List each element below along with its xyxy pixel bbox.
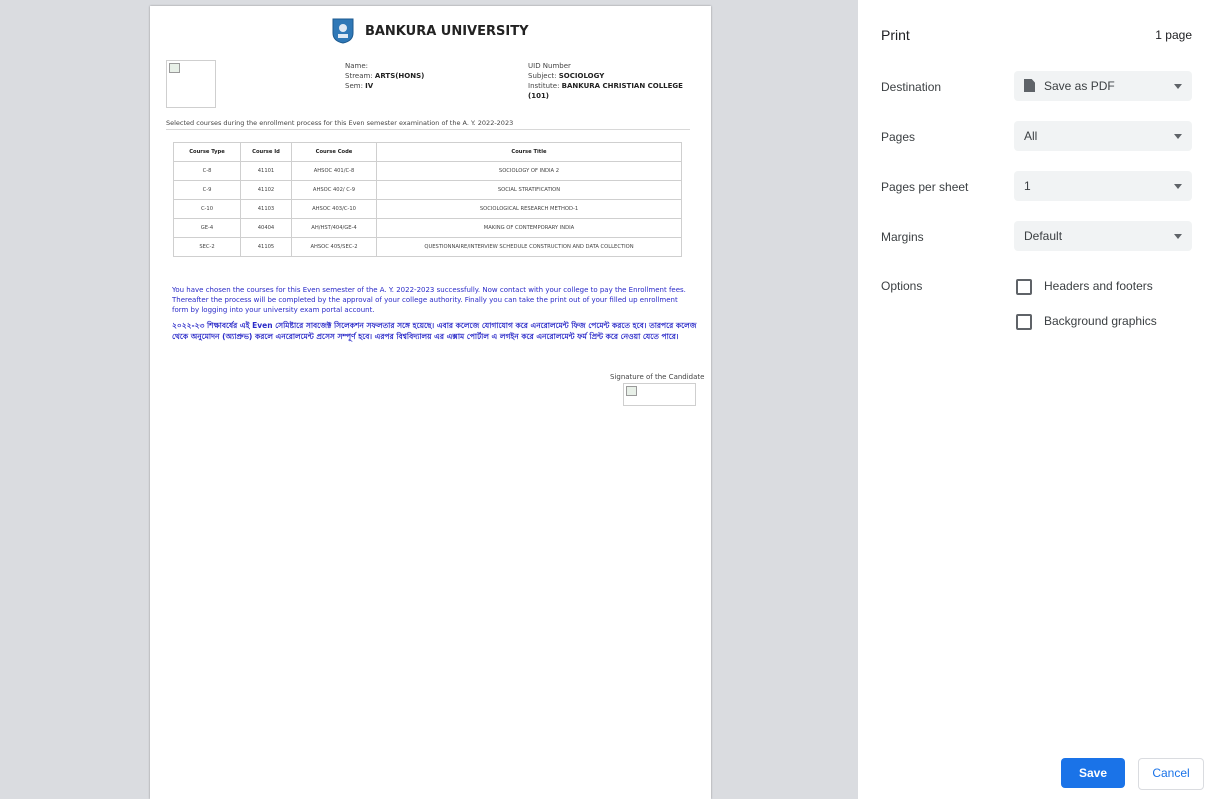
sem-value: IV xyxy=(365,82,374,90)
subject-label: Subject: xyxy=(528,72,557,80)
student-name-row: Name: xyxy=(345,61,424,71)
chevron-down-icon xyxy=(1174,84,1182,89)
table-cell: 41102 xyxy=(240,180,292,200)
institute-label: Institute: xyxy=(528,82,560,90)
background-graphics-checkbox[interactable] xyxy=(1016,314,1032,330)
broken-image-icon xyxy=(626,386,637,396)
success-message-bengali: ২০২২-২৩ শিক্ষাবর্ষের এই Even সেমিষ্টারে … xyxy=(172,321,697,341)
headers-footers-checkbox[interactable] xyxy=(1016,279,1032,295)
table-cell: AHSOC 402/ C-9 xyxy=(291,180,377,200)
table-cell: SEC-2 xyxy=(173,237,241,257)
pages-select[interactable]: All xyxy=(1014,121,1192,151)
subject-value: SOCIOLOGY xyxy=(558,72,605,80)
document-header: BANKURA UNIVERSITY xyxy=(150,18,711,44)
table-row: GE-4 40404 AH/HST/404/GE-4 MAKING OF CON… xyxy=(173,218,682,238)
university-name: BANKURA UNIVERSITY xyxy=(364,23,529,39)
student-info-left: Name: Stream: ARTS(HONS) Sem: IV xyxy=(345,61,424,91)
background-graphics-label[interactable]: Background graphics xyxy=(1044,314,1157,328)
table-cell: C-8 xyxy=(173,161,241,181)
table-row: C-9 41102 AHSOC 402/ C-9 SOCIAL STRATIFI… xyxy=(173,180,682,200)
preview-page: BANKURA UNIVERSITY Name: Stream: ARTS(HO… xyxy=(150,6,711,799)
pages-per-sheet-label: Pages per sheet xyxy=(881,180,969,194)
table-cell: SOCIOLOGY OF INDIA 2 xyxy=(376,161,682,181)
table-cell: 41105 xyxy=(240,237,292,257)
table-cell: C-10 xyxy=(173,199,241,219)
destination-label: Destination xyxy=(881,80,942,94)
table-cell: SOCIAL STRATIFICATION xyxy=(376,180,682,200)
table-cell: AH/HST/404/GE-4 xyxy=(291,218,377,238)
table-cell: 41101 xyxy=(240,161,292,181)
selected-courses-text: Selected courses during the enrollment p… xyxy=(166,119,514,127)
print-preview-area: BANKURA UNIVERSITY Name: Stream: ARTS(HO… xyxy=(0,0,858,799)
print-settings-panel: Print 1 page Destination Save as PDF Pag… xyxy=(858,0,1216,799)
table-cell: AHSOC 403/C-10 xyxy=(291,199,377,219)
column-header: Course Title xyxy=(376,142,682,162)
pages-per-sheet-value: 1 xyxy=(1024,179,1031,193)
signature-box xyxy=(623,383,696,406)
university-logo-icon xyxy=(332,18,354,44)
document-icon xyxy=(1024,79,1035,92)
table-header-row: Course Type Course Id Course Code Course… xyxy=(173,142,682,162)
column-header: Course Id xyxy=(240,142,292,162)
destination-select[interactable]: Save as PDF xyxy=(1014,71,1192,101)
cancel-button[interactable]: Cancel xyxy=(1138,758,1204,790)
pages-per-sheet-select[interactable]: 1 xyxy=(1014,171,1192,201)
column-header: Course Type xyxy=(173,142,241,162)
stream-row: Stream: ARTS(HONS) xyxy=(345,71,424,81)
courses-table: Course Type Course Id Course Code Course… xyxy=(173,142,682,257)
table-cell: C-9 xyxy=(173,180,241,200)
chevron-down-icon xyxy=(1174,134,1182,139)
institute-row: Institute: BANKURA CHRISTIAN COLLEGE (10… xyxy=(528,81,703,101)
table-cell: GE-4 xyxy=(173,218,241,238)
student-info-right: UID Number Subject: SOCIOLOGY Institute:… xyxy=(528,61,703,101)
table-cell: AHSOC 405/SEC-2 xyxy=(291,237,377,257)
pages-label: Pages xyxy=(881,130,916,144)
subject-row: Subject: SOCIOLOGY xyxy=(528,71,703,81)
headers-footers-label[interactable]: Headers and footers xyxy=(1044,279,1153,293)
uid-label: UID Number xyxy=(528,62,571,70)
table-cell: MAKING OF CONTEMPORARY INDIA xyxy=(376,218,682,238)
uid-row: UID Number xyxy=(528,61,703,71)
options-label: Options xyxy=(881,279,923,293)
pages-value: All xyxy=(1024,129,1038,143)
margins-label: Margins xyxy=(881,230,924,244)
stream-value: ARTS(HONS) xyxy=(374,72,425,80)
chevron-down-icon xyxy=(1174,234,1182,239)
column-header: Course Code xyxy=(291,142,377,162)
print-title: Print xyxy=(881,27,910,43)
table-cell: SOCIOLOGICAL RESEARCH METHOD-1 xyxy=(376,199,682,219)
table-row: SEC-2 41105 AHSOC 405/SEC-2 QUESTIONNAIR… xyxy=(173,237,682,257)
table-row: C-10 41103 AHSOC 403/C-10 SOCIOLOGICAL R… xyxy=(173,199,682,219)
margins-value: Default xyxy=(1024,229,1063,243)
margins-select[interactable]: Default xyxy=(1014,221,1192,251)
success-message-english: You have chosen the courses for this Eve… xyxy=(172,286,686,314)
broken-image-icon xyxy=(169,63,180,73)
stream-label: Stream: xyxy=(345,72,373,80)
signature-label: Signature of the Candidate xyxy=(610,373,705,381)
table-cell: AHSOC 401/C-8 xyxy=(291,161,377,181)
table-cell: 41103 xyxy=(240,199,292,219)
destination-value: Save as PDF xyxy=(1044,79,1115,93)
chevron-down-icon xyxy=(1174,184,1182,189)
table-cell: 40404 xyxy=(240,218,292,238)
page-count: 1 page xyxy=(1155,28,1192,42)
table-cell: QUESTIONNAIRE/INTERVIEW SCHEDULE CONSTRU… xyxy=(376,237,682,257)
name-label: Name: xyxy=(345,62,369,70)
sem-label: Sem: xyxy=(345,82,363,90)
candidate-photo xyxy=(166,60,216,108)
save-button[interactable]: Save xyxy=(1061,758,1125,788)
divider xyxy=(166,129,690,130)
sem-row: Sem: IV xyxy=(345,81,424,91)
table-row: C-8 41101 AHSOC 401/C-8 SOCIOLOGY OF IND… xyxy=(173,161,682,181)
